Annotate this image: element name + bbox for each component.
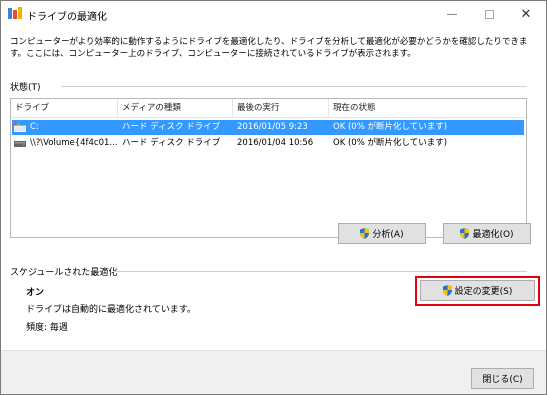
last-run: 2016/01/04 10:56: [237, 138, 314, 148]
media-type: ハード ディスク ドライブ: [122, 138, 221, 148]
system-drive-icon: [13, 123, 27, 133]
uac-shield-icon: [460, 228, 470, 239]
close-window-button[interactable]: ✕: [508, 1, 544, 27]
title-bar: ドライブの最適化 ✕: [1, 1, 546, 27]
column-last-run[interactable]: 最後の実行: [233, 99, 329, 118]
change-settings-button[interactable]: 設定の変更(S): [420, 280, 535, 301]
window-title: ドライブの最適化: [27, 12, 107, 23]
schedule-frequency: 頻度: 毎週: [26, 323, 68, 333]
schedule-section-label: スケジュールされた最適化: [10, 268, 118, 278]
media-type: ハード ディスク ドライブ: [122, 122, 221, 132]
current-status: OK (0% が断片化しています): [333, 122, 448, 132]
maximize-button[interactable]: [471, 1, 507, 27]
close-icon: ✕: [520, 6, 532, 22]
minimize-icon: [447, 13, 457, 15]
description-text: コンピューターがより効率的に動作するようにドライブを最適化したり、ドライブを分析…: [10, 37, 528, 59]
status-section-label: 状態(T): [10, 83, 41, 93]
optimize-button-label: 最適化(O): [472, 230, 514, 240]
optimize-drives-window: ドライブの最適化 ✕ コンピューターがより効率的に動作するようにドライブを最適化…: [0, 0, 547, 395]
column-drive[interactable]: ドライブ: [11, 99, 118, 118]
table-row[interactable]: \\?\Volume{4f4c01... ハード ディスク ドライブ 2016/…: [12, 136, 524, 151]
status-divider: [61, 86, 527, 87]
drive-name: C:: [30, 122, 39, 132]
drive-list[interactable]: ドライブ メディアの種類 最後の実行 現在の状態 C: ハード ディスク ドライ…: [10, 98, 527, 238]
current-status: OK (0% が断片化しています): [333, 138, 448, 148]
uac-shield-icon: [442, 285, 452, 296]
table-row[interactable]: C: ハード ディスク ドライブ 2016/01/05 9:23 OK (0% …: [12, 120, 524, 135]
drive-name: \\?\Volume{4f4c01...: [30, 138, 118, 148]
bottom-bar: 閉じる(C): [1, 350, 546, 394]
minimize-button[interactable]: [434, 1, 470, 27]
uac-shield-icon: [360, 228, 370, 239]
drive-list-header: ドライブ メディアの種類 最後の実行 現在の状態: [11, 99, 526, 118]
column-current-status[interactable]: 現在の状態: [329, 99, 526, 118]
schedule-description: ドライブは自動的に最適化されています。: [26, 305, 196, 315]
last-run: 2016/01/05 9:23: [237, 122, 308, 132]
column-media-type[interactable]: メディアの種類: [118, 99, 233, 118]
schedule-state: オン: [26, 288, 45, 298]
schedule-divider: [113, 271, 527, 272]
optimize-button[interactable]: 最適化(O): [443, 223, 531, 244]
defrag-app-icon: [8, 7, 22, 20]
maximize-icon: [484, 9, 494, 19]
analyze-button-label: 分析(A): [372, 230, 404, 240]
close-button[interactable]: 閉じる(C): [471, 368, 534, 389]
analyze-button[interactable]: 分析(A): [338, 223, 426, 244]
change-settings-button-label: 設定の変更(S): [454, 287, 513, 297]
hard-drive-icon: [14, 139, 26, 148]
